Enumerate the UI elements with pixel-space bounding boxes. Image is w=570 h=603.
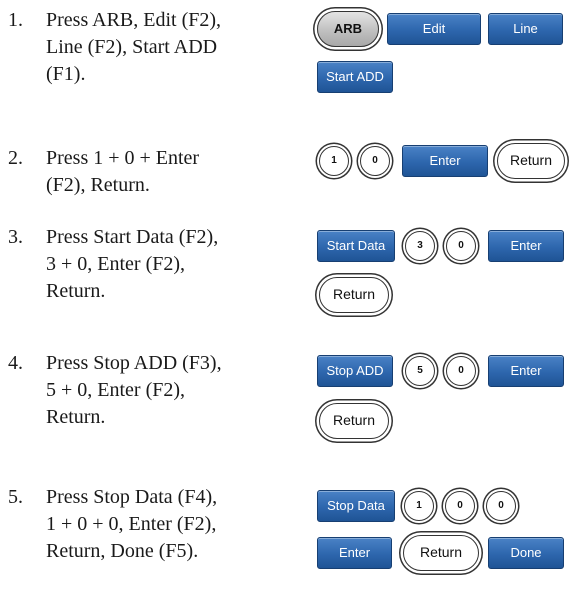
step-number: 2. (8, 147, 23, 169)
line-soft-key[interactable]: Line (488, 13, 563, 45)
digit-0-key[interactable]: 0 (446, 231, 476, 261)
enter-soft-key[interactable]: Enter (402, 145, 488, 177)
step-instruction: Press 1 + 0 + Enter (F2), Return. (46, 147, 200, 196)
start-data-soft-key[interactable]: Start Data (317, 230, 395, 262)
digit-0-key[interactable]: 0 (446, 356, 476, 386)
digit-0-key[interactable]: 0 (445, 491, 475, 521)
step-number: 5. (8, 486, 23, 508)
digit-0-key[interactable]: 0 (360, 146, 390, 176)
arb-key[interactable]: ARB (317, 11, 379, 47)
digit-0-key[interactable]: 0 (486, 491, 516, 521)
step-instruction: Press ARB, Edit (F2), Line (F2), Start A… (46, 9, 222, 85)
done-soft-key[interactable]: Done (488, 537, 564, 569)
digit-1-key[interactable]: 1 (404, 491, 434, 521)
return-key[interactable]: Return (319, 277, 389, 313)
start-add-soft-key[interactable]: Start ADD (317, 61, 393, 93)
return-key[interactable]: Return (319, 403, 389, 439)
enter-soft-key[interactable]: Enter (488, 355, 564, 387)
enter-soft-key[interactable]: Enter (488, 230, 564, 262)
digit-1-key[interactable]: 1 (319, 146, 349, 176)
stop-add-soft-key[interactable]: Stop ADD (317, 355, 393, 387)
step-instruction: Press Stop Data (F4), 1 + 0 + 0, Enter (… (46, 486, 218, 562)
step-instruction: Press Stop ADD (F3), 5 + 0, Enter (F2), … (46, 352, 222, 428)
return-key[interactable]: Return (497, 143, 565, 179)
step-number: 3. (8, 226, 23, 248)
step-number: 1. (8, 9, 23, 31)
return-key[interactable]: Return (403, 535, 479, 571)
edit-soft-key[interactable]: Edit (387, 13, 481, 45)
step-number: 4. (8, 352, 23, 374)
stop-data-soft-key[interactable]: Stop Data (317, 490, 395, 522)
enter-soft-key[interactable]: Enter (317, 537, 392, 569)
digit-5-key[interactable]: 5 (405, 356, 435, 386)
step-instruction: Press Start Data (F2), 3 + 0, Enter (F2)… (46, 226, 219, 302)
digit-3-key[interactable]: 3 (405, 231, 435, 261)
